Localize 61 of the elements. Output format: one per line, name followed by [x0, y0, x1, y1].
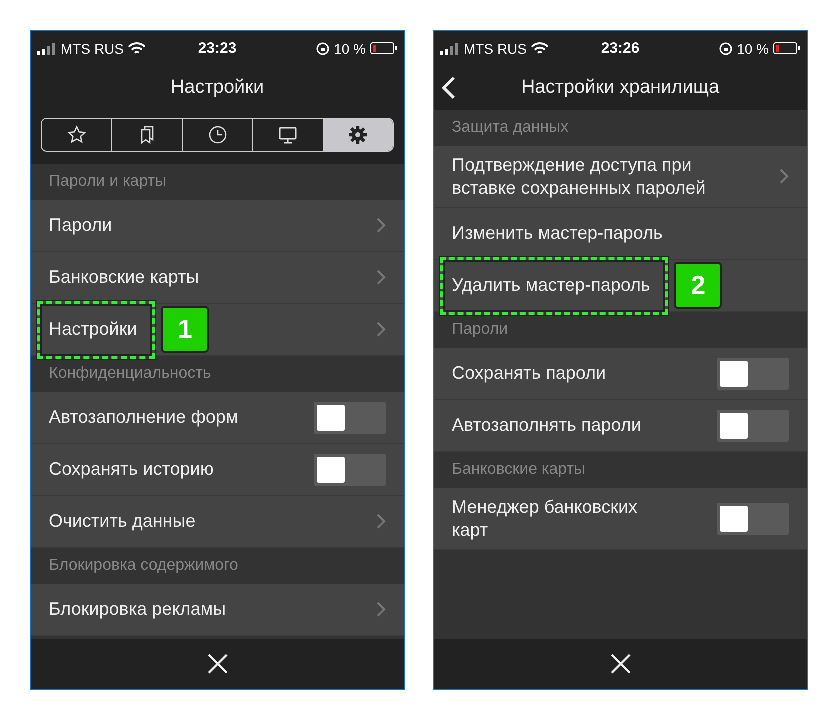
toggle-switch[interactable] [314, 454, 386, 486]
status-time: 23:23 [198, 40, 237, 57]
menu-item[interactable]: Пароли [31, 200, 404, 252]
row-label: Сохранять историю [49, 458, 214, 481]
step-badge: 1 [163, 308, 208, 351]
carrier: MTS RUS [61, 40, 124, 56]
rotation-lock-icon [316, 42, 330, 56]
row-label: Блокировка рекламы [49, 598, 226, 621]
signal-icon [37, 42, 57, 54]
battery-icon [773, 42, 801, 55]
screen-title: Настройки хранилища [521, 77, 720, 99]
close-icon[interactable] [206, 653, 228, 675]
toggle-switch[interactable] [717, 502, 789, 534]
row-label: Подтверждение доступа при вставке сохраненных паролей [452, 154, 707, 199]
battery-percent: 10 % [737, 40, 769, 56]
toggle-switch[interactable] [314, 402, 386, 434]
carrier: MTS RUS [464, 40, 527, 56]
menu-item[interactable]: Блокировка рекламы [31, 584, 404, 636]
close-icon[interactable] [610, 653, 632, 675]
settings-row[interactable]: Автозаполнение форм [31, 392, 404, 444]
clock-icon [208, 125, 228, 145]
settings-row[interactable]: Сохранять историю [31, 444, 404, 496]
battery-percent: 10 % [334, 40, 366, 56]
screen-title: Настройки [170, 77, 264, 99]
row-label: Изменить мастер-пароль [452, 222, 663, 245]
signal-icon [440, 42, 460, 54]
chevron-icon [377, 602, 386, 617]
row-label: Очистить данные [49, 510, 196, 533]
row-label: Банковские карты [49, 266, 200, 289]
back-icon[interactable] [442, 76, 456, 100]
row-label: Пароли [49, 214, 112, 237]
settings-row[interactable]: Автозаполнять пароли [434, 400, 807, 452]
wifi-icon [128, 42, 146, 55]
gear-icon [348, 125, 368, 145]
row-label: Удалить мастер-пароль [452, 274, 650, 297]
row-label: Автозаполнение форм [49, 406, 238, 429]
menu-item[interactable]: Очистить данные [31, 496, 404, 548]
settings-row[interactable]: Менеджер банковских карт [434, 488, 807, 550]
chevron-icon [377, 218, 386, 233]
menu-item[interactable]: Банковские карты [31, 252, 404, 304]
toggle-switch[interactable] [717, 410, 789, 442]
chevron-icon [780, 169, 789, 184]
row-label: Сохранять пароли [452, 362, 606, 385]
row-label: Менеджер банковских карт [452, 496, 639, 541]
tab[interactable] [322, 119, 393, 151]
toggle-switch[interactable] [717, 358, 789, 390]
menu-item[interactable]: Изменить мастер-пароль [434, 208, 807, 260]
chevron-icon [377, 270, 386, 285]
monitor-icon [278, 125, 298, 145]
row-label: Настройки [49, 318, 138, 341]
chevron-icon [377, 322, 386, 337]
rotation-lock-icon [719, 42, 734, 56]
menu-item[interactable]: Подтверждение доступа при вставке сохраненных паролей [434, 146, 807, 208]
wifi-icon [531, 42, 549, 55]
star-icon [66, 125, 87, 145]
chevron-icon [377, 514, 386, 529]
settings-row[interactable]: Сохранять пароли [434, 348, 807, 400]
step-badge: 2 [676, 264, 720, 307]
status-time: 23:26 [601, 40, 640, 57]
battery-icon [370, 42, 398, 55]
row-label: Автозаполнять пароли [452, 414, 642, 437]
